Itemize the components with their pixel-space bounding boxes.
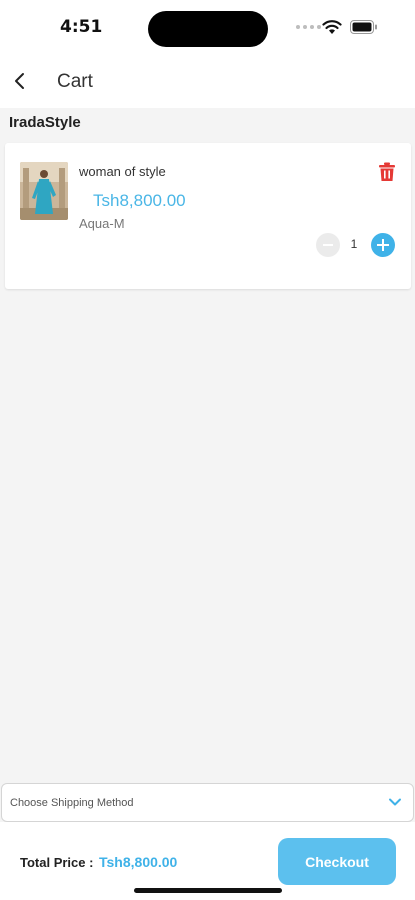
page-title: Cart <box>57 71 93 92</box>
nav-bar: Cart <box>0 56 415 108</box>
status-bar: 4:51 <box>0 0 415 56</box>
product-price: Tsh8,800.00 <box>93 191 186 210</box>
checkout-button[interactable]: Checkout <box>278 838 396 885</box>
dynamic-island <box>148 11 268 47</box>
home-indicator <box>134 888 282 893</box>
shipping-method-label: Choose Shipping Method <box>10 797 134 809</box>
trash-icon[interactable] <box>378 162 396 182</box>
product-name[interactable]: woman of style <box>79 164 166 179</box>
status-time: 4:51 <box>60 17 103 37</box>
battery-icon <box>350 20 377 34</box>
checkout-footer: Total Price : Tsh8,800.00 Checkout <box>0 822 415 900</box>
decrease-quantity-button[interactable] <box>316 233 340 257</box>
total-price-value: Tsh8,800.00 <box>99 854 178 870</box>
total-price-label: Total Price : <box>20 855 94 870</box>
shipping-method-select[interactable]: Choose Shipping Method <box>1 783 414 822</box>
chevron-down-icon <box>389 798 401 806</box>
store-name: IradaStyle <box>9 114 81 131</box>
back-arrow-icon[interactable] <box>10 70 30 92</box>
product-variant: Aqua-M <box>79 216 125 231</box>
increase-quantity-button[interactable] <box>371 233 395 257</box>
cellular-signal-icon <box>296 25 321 29</box>
wifi-icon <box>322 20 342 34</box>
cart-item-card: woman of style Tsh8,800.00 Aqua-M 1 <box>5 143 411 289</box>
product-image[interactable] <box>20 162 68 220</box>
quantity-value: 1 <box>350 237 358 251</box>
